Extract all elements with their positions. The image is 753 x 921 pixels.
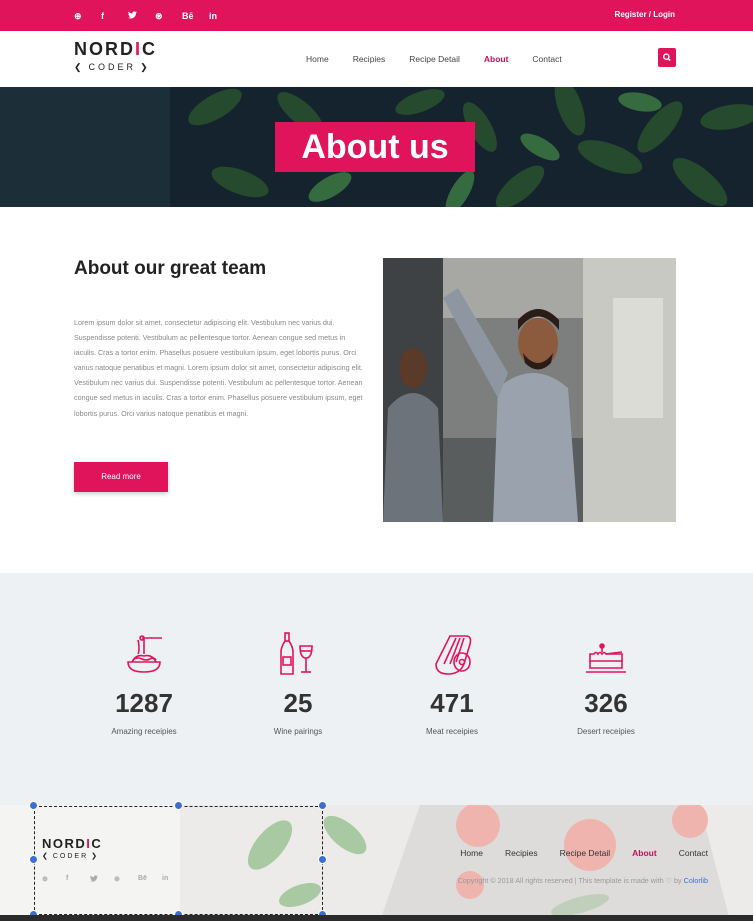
chevron-right-icon: ❯ [140, 62, 151, 72]
colorlib-link[interactable]: Colorlib [684, 876, 708, 885]
resize-handle-top-right[interactable] [318, 801, 327, 810]
stat-card: 326 Desert receipies [546, 632, 666, 738]
resize-handle-left[interactable] [29, 855, 38, 864]
stat-value: 25 [283, 688, 313, 718]
stat-card: 25 Wine pairings [238, 632, 358, 738]
page-title: About us [275, 122, 475, 172]
stat-value: 1287 [115, 688, 173, 718]
stat-label: Meat receipies [425, 727, 479, 736]
stat-card: 1287 Amazing receipies [84, 632, 204, 738]
spaghetti-icon [122, 632, 166, 676]
stat-label: Desert receipies [577, 727, 635, 736]
about-heading: About our great team [74, 258, 267, 279]
meat-icon [430, 632, 474, 676]
footer-nav-recipies[interactable]: Recipies [505, 847, 538, 859]
nav-item-about[interactable]: About [484, 53, 509, 65]
register-login-link[interactable]: Register / Login [615, 9, 675, 21]
chevron-left-icon: ❮ [74, 62, 85, 72]
logo[interactable]: NORDIC ❮ CODER ❯ [74, 39, 155, 76]
selection-box[interactable] [34, 806, 323, 915]
search-icon [663, 53, 671, 62]
behance-icon[interactable]: Bē [182, 9, 209, 23]
stat-value: 326 [584, 688, 628, 718]
resize-handle-top-left[interactable] [29, 801, 38, 810]
nav-item-contact[interactable]: Contact [532, 53, 561, 65]
about-text: Lorem ipsum dolor sit amet, consectetur … [74, 318, 363, 418]
wine-icon [276, 632, 320, 676]
logo-bottom: ❮ CODER ❯ [74, 62, 151, 72]
footer-nav-about[interactable]: About [632, 847, 657, 859]
footer-nav-home[interactable]: Home [460, 847, 483, 859]
social-links: ⊕ f ⊛ Bē in [74, 9, 236, 23]
resize-handle-top[interactable] [174, 801, 183, 810]
stat-card: 471 Meat receipies [392, 632, 512, 738]
main-nav: Home Recipies Recipe Detail About Contac… [306, 53, 586, 65]
footer-nav-recipe-detail[interactable]: Recipe Detail [560, 847, 611, 859]
footer-nav: Home Recipies Recipe Detail About Contac… [438, 847, 708, 859]
nav-item-recipe-detail[interactable]: Recipe Detail [409, 53, 460, 65]
stat-label: Wine pairings [273, 727, 323, 736]
search-button[interactable] [658, 48, 676, 67]
pinterest-icon[interactable]: ⊕ [74, 9, 101, 23]
twitter-icon[interactable] [128, 9, 155, 23]
logo-top: NORDIC [74, 39, 155, 59]
copyright: Copyright © 2018 All rights reserved | T… [457, 876, 708, 885]
bottom-bar [0, 915, 753, 921]
cake-icon [584, 632, 628, 676]
footer-nav-contact[interactable]: Contact [679, 847, 708, 859]
nav-item-recipies[interactable]: Recipies [353, 53, 386, 65]
nav-item-home[interactable]: Home [306, 53, 329, 65]
team-member-photo [383, 258, 676, 522]
stat-value: 471 [430, 688, 474, 718]
resize-handle-right[interactable] [318, 855, 327, 864]
top-bar: ⊕ f ⊛ Bē in Register / Login [0, 0, 753, 31]
read-more-button[interactable]: Read more [74, 462, 168, 492]
linkedin-icon[interactable]: in [209, 9, 236, 23]
stat-label: Amazing receipies [111, 727, 177, 736]
dribbble-icon[interactable]: ⊛ [155, 9, 182, 23]
facebook-icon[interactable]: f [101, 9, 128, 23]
